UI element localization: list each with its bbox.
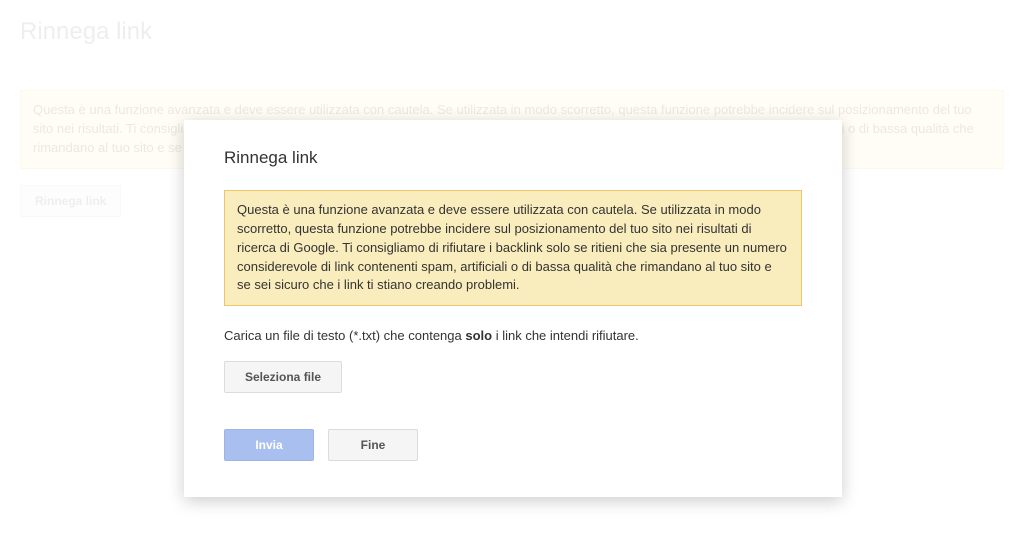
upload-instruction-suffix: i link che intendi rifiutare. [492,328,639,343]
done-button[interactable]: Fine [328,429,418,461]
upload-instruction: Carica un file di testo (*.txt) che cont… [224,328,802,343]
modal-title: Rinnega link [224,148,802,168]
upload-instruction-prefix: Carica un file di testo (*.txt) che cont… [224,328,465,343]
upload-instruction-bold: solo [465,328,492,343]
select-file-button[interactable]: Seleziona file [224,361,342,393]
submit-button[interactable]: Invia [224,429,314,461]
modal-warning: Questa è una funzione avanzata e deve es… [224,190,802,306]
file-select-row: Seleziona file [224,361,802,393]
modal-action-row: Invia Fine [224,429,802,461]
disavow-modal: Rinnega link Questa è una funzione avanz… [184,120,842,497]
